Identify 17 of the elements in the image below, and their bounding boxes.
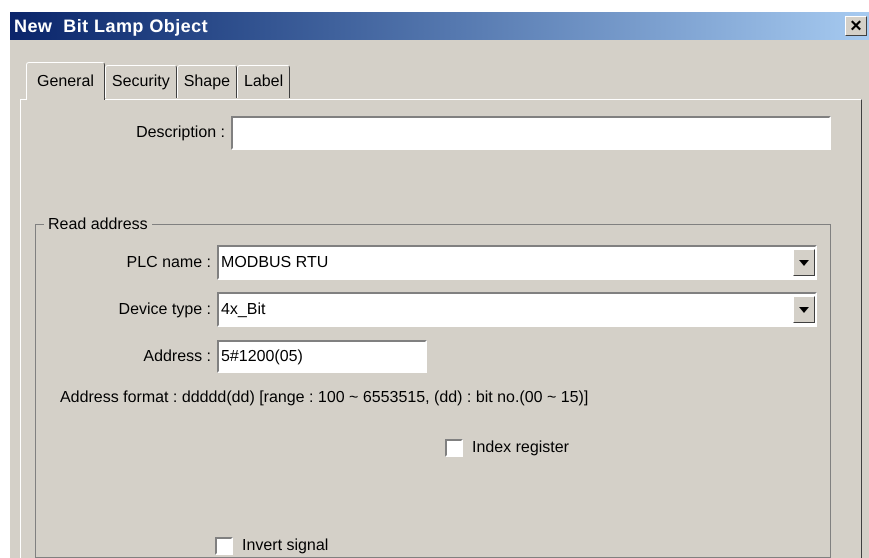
field-label: PLC name : — [126, 252, 212, 272]
dropdown[interactable]: MODBUS RTU — [217, 245, 817, 280]
close-button[interactable]: × — [845, 16, 867, 36]
tab[interactable]: Label — [236, 65, 290, 98]
window-title: New Bit Lamp Object — [14, 14, 208, 38]
field-label: Description : — [135, 123, 226, 143]
address-field[interactable]: 5#1200(05) — [217, 340, 427, 373]
tab[interactable]: Security — [104, 65, 177, 98]
checkbox[interactable]: Invert signal — [215, 534, 830, 558]
checkbox[interactable]: Index register — [445, 436, 830, 460]
dropdown[interactable]: 4x_Bit — [217, 292, 817, 327]
tab[interactable]: General — [26, 62, 105, 100]
tab[interactable]: Shape — [176, 65, 237, 98]
field-label: Address : — [142, 346, 212, 366]
description-field[interactable] — [231, 116, 831, 150]
field-label: Device type : — [118, 300, 212, 320]
address-format-text: Address format : ddddd(dd) [range : 100 ~ 6553515, (dd) : bit no.(00 ~ 15)] — [59, 388, 590, 408]
